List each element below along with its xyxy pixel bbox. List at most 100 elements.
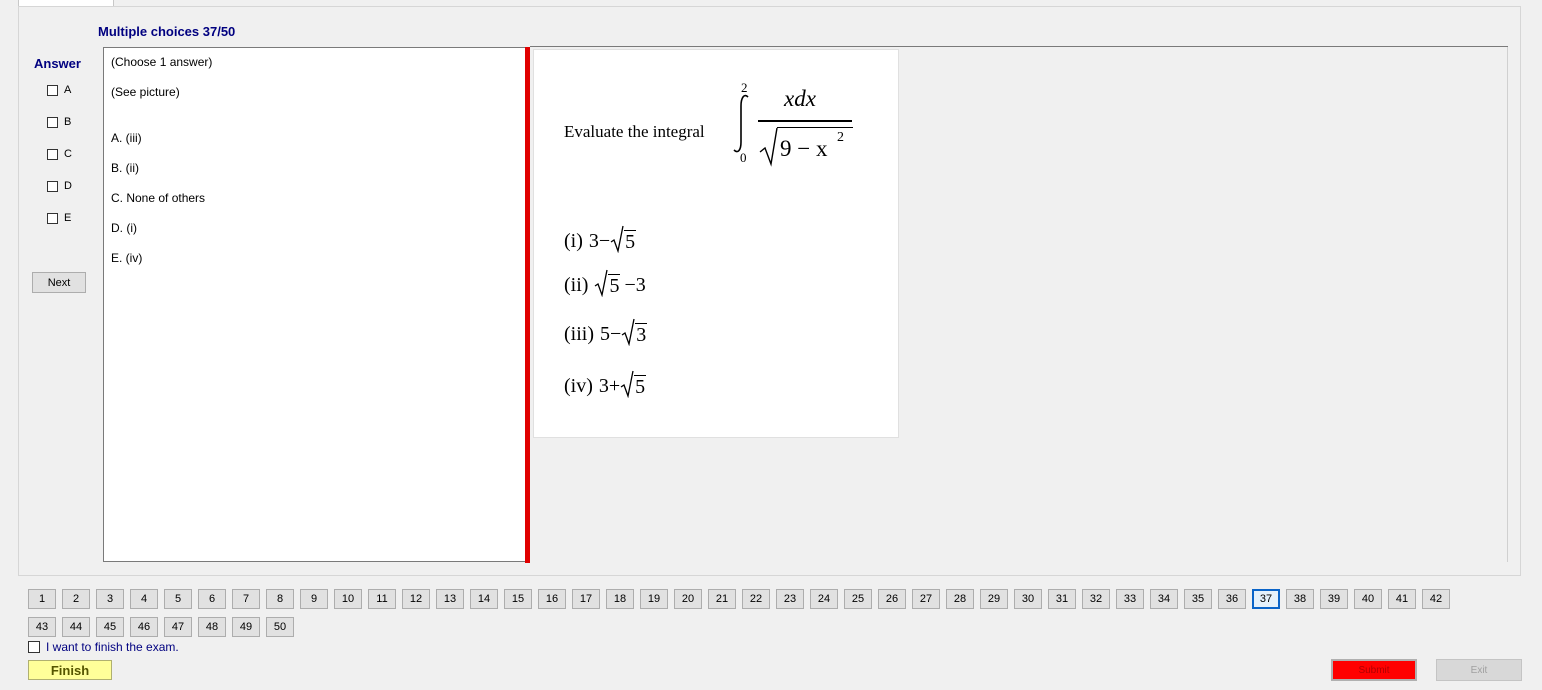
answer-option-label: E [64, 212, 72, 224]
question-number-18[interactable]: 18 [606, 589, 634, 609]
item-radicand: 3 [635, 323, 648, 346]
question-number-12[interactable]: 12 [402, 589, 430, 609]
question-number-6[interactable]: 6 [198, 589, 226, 609]
question-number-22[interactable]: 22 [742, 589, 770, 609]
item-expression: 3− [588, 230, 611, 252]
question-number-20[interactable]: 20 [674, 589, 702, 609]
checkbox-icon[interactable] [47, 116, 58, 128]
answer-option-e[interactable]: E [47, 211, 71, 225]
answer-option-d[interactable]: D [47, 179, 72, 193]
question-number-38[interactable]: 38 [1286, 589, 1314, 609]
question-number-3[interactable]: 3 [96, 589, 124, 609]
checkbox-icon[interactable] [47, 212, 58, 224]
question-number-47[interactable]: 47 [164, 617, 192, 637]
question-number-45[interactable]: 45 [96, 617, 124, 637]
question-number-17[interactable]: 17 [572, 589, 600, 609]
choice-c-text: C. None of others [111, 191, 206, 205]
item-label: (i) [564, 230, 583, 252]
finish-button[interactable]: Finish [28, 660, 112, 680]
question-text-panel[interactable]: (Choose 1 answer) (See picture) A. (iii)… [103, 47, 526, 562]
answer-option-label: A [64, 84, 72, 96]
question-number-40[interactable]: 40 [1354, 589, 1382, 609]
checkbox-icon[interactable] [47, 84, 58, 96]
question-number-4[interactable]: 4 [130, 589, 158, 609]
question-number-37[interactable]: 37 [1252, 589, 1280, 609]
integral-sign-icon [733, 94, 749, 153]
question-number-25[interactable]: 25 [844, 589, 872, 609]
question-number-7[interactable]: 7 [232, 589, 260, 609]
question-number-27[interactable]: 27 [912, 589, 940, 609]
item-expression: 3+ [598, 375, 621, 397]
answer-option-b[interactable]: B [47, 115, 71, 129]
radical: 5 [610, 225, 637, 253]
integrand-radicand: 9 − x [780, 136, 828, 161]
question-number-33[interactable]: 33 [1116, 589, 1144, 609]
question-number-32[interactable]: 32 [1082, 589, 1110, 609]
question-number-43[interactable]: 43 [28, 617, 56, 637]
answer-option-c[interactable]: C [47, 147, 72, 161]
question-number-16[interactable]: 16 [538, 589, 566, 609]
question-number-13[interactable]: 13 [436, 589, 464, 609]
picture-item-i: (i) 3− 5 [564, 225, 637, 253]
integrand-numerator: xdx [784, 86, 816, 111]
answer-option-a[interactable]: A [47, 83, 71, 97]
question-number-9[interactable]: 9 [300, 589, 328, 609]
question-number-30[interactable]: 30 [1014, 589, 1042, 609]
item-radicand: 5 [624, 230, 637, 253]
square-root-icon [620, 370, 634, 398]
question-number-19[interactable]: 19 [640, 589, 668, 609]
question-picture: Evaluate the integral 2 0 xdx 9 − x 2 (i… [533, 49, 899, 438]
integrand-exponent: 2 [837, 130, 844, 145]
question-number-28[interactable]: 28 [946, 589, 974, 609]
answer-option-label: D [64, 180, 72, 192]
picture-item-iv: (iv) 3+ 5 [564, 370, 647, 398]
exit-button[interactable]: Exit [1436, 659, 1522, 681]
item-label: (ii) [564, 274, 589, 296]
question-number-41[interactable]: 41 [1388, 589, 1416, 609]
square-root-icon [595, 269, 609, 297]
question-number-1[interactable]: 1 [28, 589, 56, 609]
question-number-11[interactable]: 11 [368, 589, 396, 609]
question-number-15[interactable]: 15 [504, 589, 532, 609]
question-number-34[interactable]: 34 [1150, 589, 1178, 609]
question-number-35[interactable]: 35 [1184, 589, 1212, 609]
question-number-48[interactable]: 48 [198, 617, 226, 637]
question-number-24[interactable]: 24 [810, 589, 838, 609]
question-number-50[interactable]: 50 [266, 617, 294, 637]
next-button[interactable]: Next [32, 272, 86, 293]
question-number-21[interactable]: 21 [708, 589, 736, 609]
submit-button[interactable]: Submit [1331, 659, 1417, 681]
question-number-29[interactable]: 29 [980, 589, 1008, 609]
fraction-bar [758, 120, 852, 122]
answer-option-label: B [64, 116, 72, 128]
choice-b-text: B. (ii) [111, 161, 139, 175]
question-number-23[interactable]: 23 [776, 589, 804, 609]
question-number-5[interactable]: 5 [164, 589, 192, 609]
question-number-39[interactable]: 39 [1320, 589, 1348, 609]
choice-e-text: E. (iv) [111, 251, 143, 265]
question-number-26[interactable]: 26 [878, 589, 906, 609]
question-number-42[interactable]: 42 [1422, 589, 1450, 609]
question-number-31[interactable]: 31 [1048, 589, 1076, 609]
question-number-49[interactable]: 49 [232, 617, 260, 637]
question-number-10[interactable]: 10 [334, 589, 362, 609]
question-number-8[interactable]: 8 [266, 589, 294, 609]
question-number-44[interactable]: 44 [62, 617, 90, 637]
choice-a-text: A. (iii) [111, 131, 142, 145]
checkbox-icon[interactable] [47, 180, 58, 192]
checkbox-icon[interactable] [28, 641, 40, 653]
question-number-46[interactable]: 46 [130, 617, 158, 637]
finish-exam-checkbox[interactable]: I want to finish the exam. [28, 640, 179, 654]
question-instruction: (Choose 1 answer) [111, 55, 213, 69]
checkbox-icon[interactable] [47, 148, 58, 160]
square-root-icon [759, 127, 778, 167]
question-number-14[interactable]: 14 [470, 589, 498, 609]
question-number-2[interactable]: 2 [62, 589, 90, 609]
item-label: (iii) [564, 323, 594, 345]
radical: 5 [594, 269, 621, 297]
question-reference: (See picture) [111, 85, 180, 99]
radical-bar [777, 127, 853, 129]
radical: 5 [620, 370, 647, 398]
question-number-36[interactable]: 36 [1218, 589, 1246, 609]
item-radicand: 5 [634, 375, 647, 398]
